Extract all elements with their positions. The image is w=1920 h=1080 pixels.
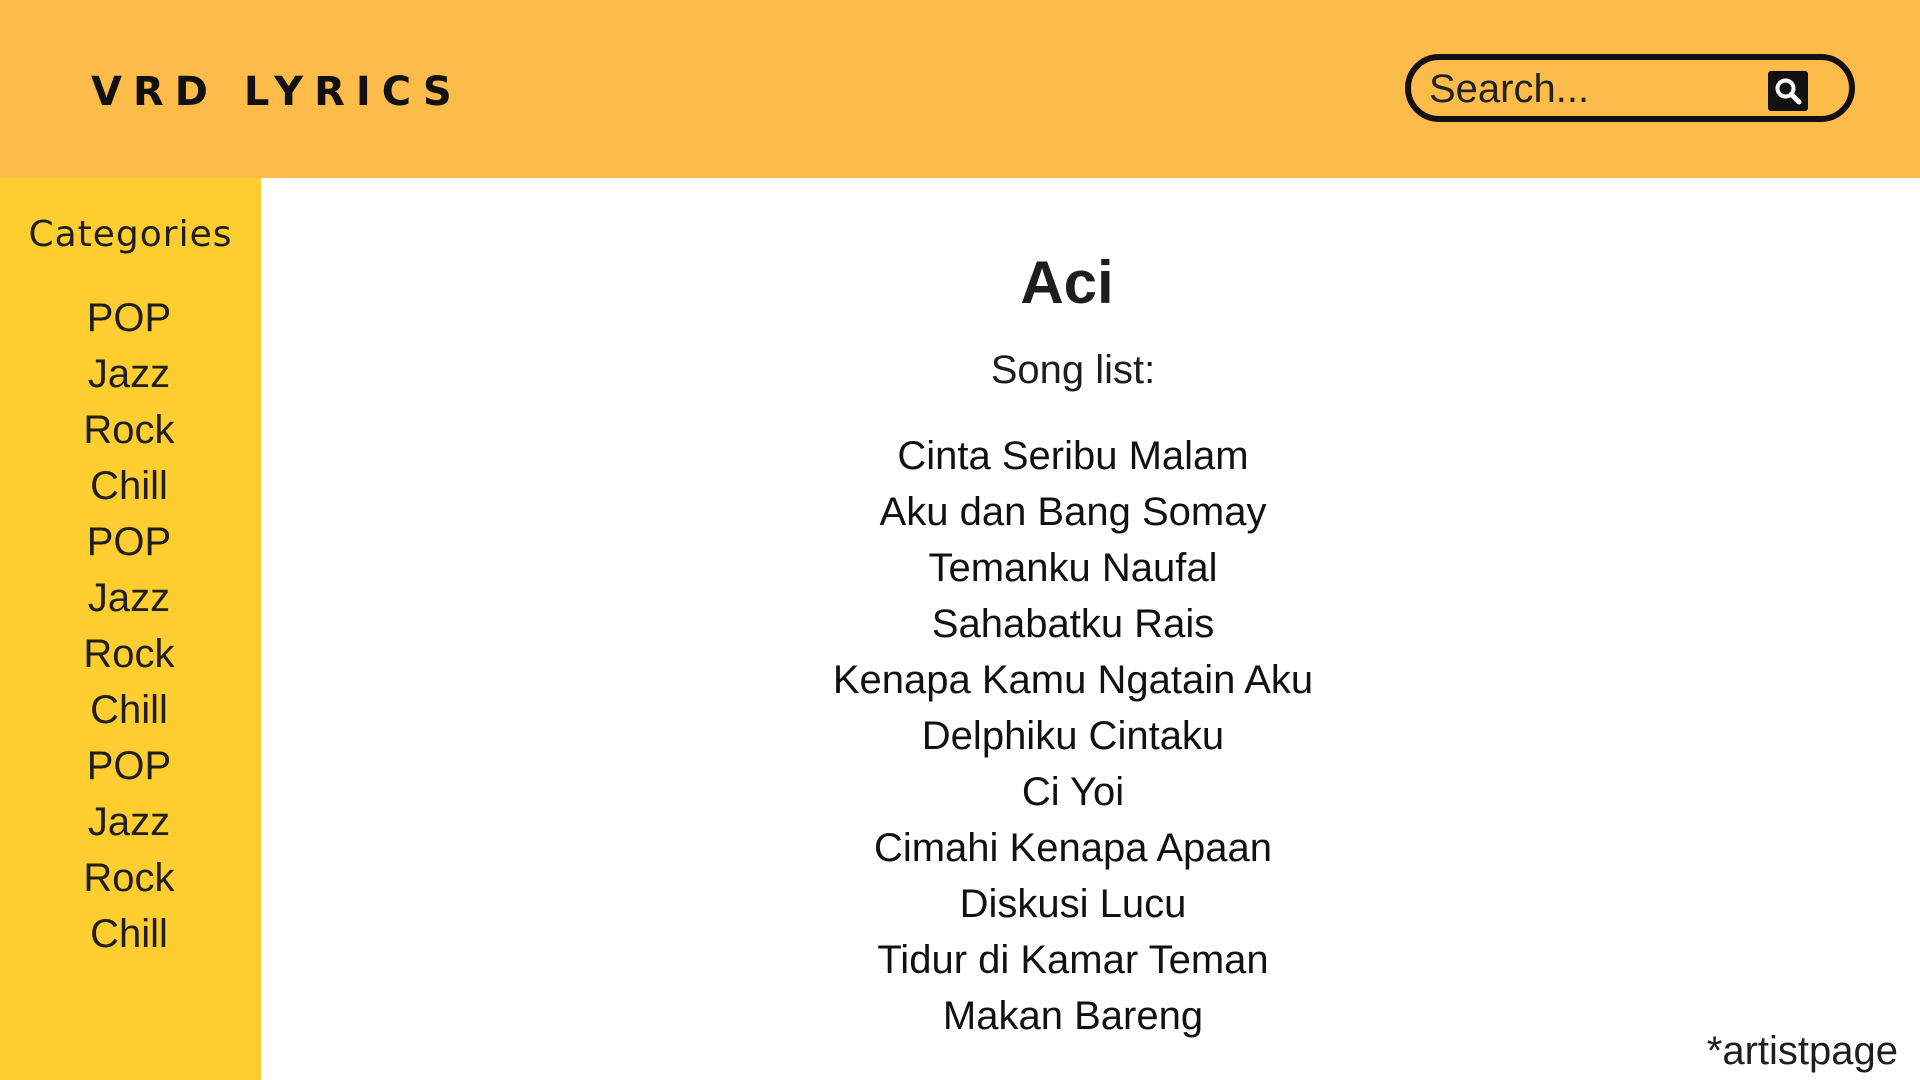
song-item[interactable]: Kenapa Kamu Ngatain Aku <box>261 652 1885 708</box>
song-list: Cinta Seribu Malam Aku dan Bang Somay Te… <box>261 428 1885 1044</box>
category-item[interactable]: POP <box>0 738 258 794</box>
search-input[interactable] <box>1429 66 1759 112</box>
song-item[interactable]: Cimahi Kenapa Apaan <box>261 820 1885 876</box>
search-button[interactable] <box>1768 71 1808 111</box>
category-list: POP Jazz Rock Chill POP Jazz Rock Chill … <box>0 290 258 962</box>
search-icon <box>1775 78 1802 105</box>
song-item[interactable]: Ci Yoi <box>261 764 1885 820</box>
category-item[interactable]: Rock <box>0 402 258 458</box>
header: VRD LYRICS <box>0 0 1920 178</box>
song-item[interactable]: Cinta Seribu Malam <box>261 428 1885 484</box>
page-note: *artistpage <box>1706 1029 1898 1073</box>
song-list-label: Song list: <box>990 348 1156 392</box>
category-item[interactable]: Jazz <box>0 794 258 850</box>
category-item[interactable]: Rock <box>0 850 258 906</box>
category-item[interactable]: POP <box>0 290 258 346</box>
category-item[interactable]: Chill <box>0 682 258 738</box>
search-bar <box>1405 54 1855 122</box>
categories-sidebar: Categories POP Jazz Rock Chill POP Jazz … <box>0 178 261 1080</box>
category-item[interactable]: Jazz <box>0 346 258 402</box>
song-item[interactable]: Tidur di Kamar Teman <box>261 932 1885 988</box>
song-item[interactable]: Makan Bareng <box>261 988 1885 1044</box>
artist-name: Aci <box>1020 249 1114 316</box>
category-item[interactable]: POP <box>0 514 258 570</box>
song-item[interactable]: Aku dan Bang Somay <box>261 484 1885 540</box>
category-item[interactable]: Chill <box>0 458 258 514</box>
category-item[interactable]: Chill <box>0 906 258 962</box>
category-item[interactable]: Jazz <box>0 570 258 626</box>
song-item[interactable]: Sahabatku Rais <box>261 596 1885 652</box>
song-item[interactable]: Temanku Naufal <box>261 540 1885 596</box>
song-item[interactable]: Delphiku Cintaku <box>261 708 1885 764</box>
categories-title: Categories <box>28 214 233 255</box>
main-content: Aci Song list: Cinta Seribu Malam Aku da… <box>261 178 1920 1080</box>
category-item[interactable]: Rock <box>0 626 258 682</box>
site-logo[interactable]: VRD LYRICS <box>91 68 463 116</box>
song-item[interactable]: Diskusi Lucu <box>261 876 1885 932</box>
